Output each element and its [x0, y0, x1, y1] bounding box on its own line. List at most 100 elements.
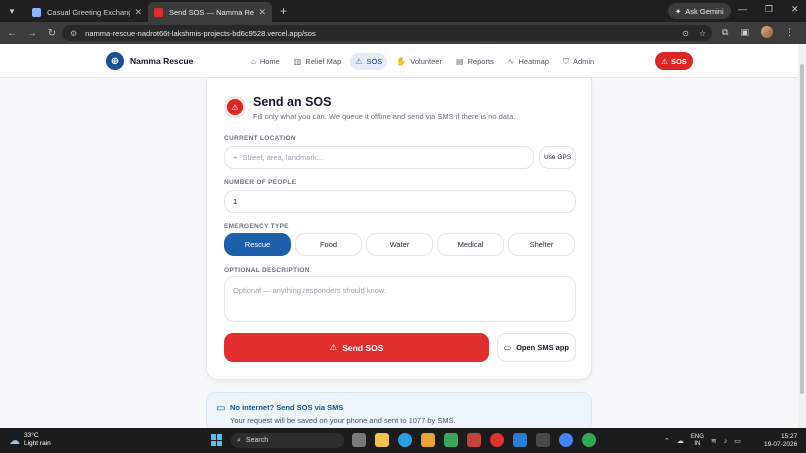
nav-heatmap[interactable]: ∿ Heatmap: [503, 53, 554, 70]
gemini-sparkle-icon: ✦: [675, 6, 682, 16]
app-navbar: ⊕ Namma Rescue ⌂ Home ▥ Relief Map ⚠ SOS…: [0, 44, 798, 78]
app-favicon-icon: [154, 7, 163, 17]
location-label: CURRENT LOCATION: [224, 135, 296, 142]
nav-home-label: Home: [259, 57, 280, 66]
vscode-icon[interactable]: [513, 433, 527, 447]
system-tray: ⌃ ☁ ENG IN ≋ ♪ ▭: [664, 434, 741, 448]
map-icon: ▥: [293, 57, 302, 66]
location-placeholder: Street, area, landmark...: [242, 153, 323, 162]
people-label: NUMBER OF PEOPLE: [224, 179, 297, 186]
file-explorer-icon[interactable]: [375, 433, 389, 447]
settings-gear-icon[interactable]: [421, 433, 435, 447]
search-icon: ⌕: [237, 436, 241, 444]
terminal-icon[interactable]: [536, 433, 550, 447]
sms-info-box: ▭ No internet? Send SOS via SMS Your req…: [206, 392, 592, 428]
message-icon: ▭: [503, 343, 512, 352]
weather-widget[interactable]: ☁ 33°C Light rain: [9, 432, 51, 448]
close-tab-icon[interactable]: ✕: [134, 7, 142, 18]
tab-search-icon[interactable]: ▾: [4, 3, 20, 19]
page-title: Send an SOS: [253, 95, 332, 109]
brand[interactable]: ⊕ Namma Rescue: [106, 52, 193, 70]
type-rescue-button[interactable]: Rescue: [224, 233, 291, 256]
bookmark-star-icon[interactable]: ☆: [699, 29, 706, 38]
type-medical-button[interactable]: Medical: [437, 233, 504, 256]
new-tab-icon[interactable]: +: [280, 4, 287, 18]
weather-temp: 33°C: [24, 432, 39, 439]
type-shelter-button[interactable]: Shelter: [508, 233, 575, 256]
chrome-profile-icon[interactable]: [582, 433, 596, 447]
type-water-button[interactable]: Water: [366, 233, 433, 256]
scrollbar-thumb[interactable]: [800, 64, 804, 394]
people-count-input[interactable]: 1: [224, 190, 576, 213]
task-view-icon[interactable]: [352, 433, 366, 447]
browser-tab-1[interactable]: Casual Greeting Exchange - Ge ✕: [26, 2, 148, 22]
minimize-icon[interactable]: —: [738, 4, 747, 14]
type-food-button[interactable]: Food: [295, 233, 362, 256]
opera-icon[interactable]: [490, 433, 504, 447]
forward-icon[interactable]: →: [22, 28, 42, 39]
ask-gemini-button[interactable]: ✦ Ask Gemini: [668, 3, 731, 19]
taskbar-clock[interactable]: 15:27 19-07-2026: [764, 433, 797, 449]
wifi-icon[interactable]: ≋: [711, 437, 717, 445]
home-icon: ⌂: [251, 57, 256, 66]
open-sms-button[interactable]: ▭ Open SMS app: [497, 333, 576, 362]
nav-links: ⌂ Home ▥ Relief Map ⚠ SOS ✋ Volunteer ▤ …: [246, 53, 599, 70]
weather-desc: Light rain: [24, 440, 51, 447]
sms-info-title: No internet? Send SOS via SMS: [230, 403, 344, 412]
page-scrollbar[interactable]: [798, 44, 806, 428]
volume-icon[interactable]: ♪: [724, 438, 728, 445]
sos-header-button[interactable]: ⚠ SOS: [655, 52, 693, 70]
browser-tab-2[interactable]: Send SOS — Namma Rescue ✕: [148, 2, 272, 22]
nav-reports[interactable]: ▤ Reports: [451, 53, 499, 70]
siren-icon: ⚠: [227, 99, 243, 115]
rain-cloud-icon: ☁: [9, 434, 20, 447]
language-indicator[interactable]: ENG IN: [691, 434, 704, 448]
reload-icon[interactable]: ↻: [42, 28, 62, 39]
nav-home[interactable]: ⌂ Home: [246, 53, 285, 70]
extensions-icon[interactable]: ⧉: [722, 27, 728, 38]
tab-title: Casual Greeting Exchange - Ge: [47, 7, 131, 17]
git-icon[interactable]: [444, 433, 458, 447]
nav-reports-label: Reports: [467, 57, 494, 66]
windows-start-icon[interactable]: [211, 434, 223, 446]
sos-header-label: SOS: [670, 56, 687, 66]
description-placeholder: Optional — anything responders should kn…: [233, 286, 387, 295]
use-gps-button[interactable]: Use GPS: [539, 146, 576, 169]
send-sos-button[interactable]: ⚠ Send SOS: [224, 333, 489, 362]
menu-dots-icon[interactable]: ⋮: [785, 27, 794, 38]
document-icon: ▤: [455, 57, 464, 66]
page-subtitle: Fill only what you can. We queue it offl…: [253, 112, 516, 121]
location-input[interactable]: ⌖ Street, area, landmark...: [224, 146, 534, 169]
profile-avatar[interactable]: [760, 26, 773, 38]
chevron-up-icon[interactable]: ⌃: [664, 437, 670, 445]
sos-form-card: ⚠ Send an SOS Fill only what you can. We…: [206, 78, 592, 380]
restore-icon[interactable]: ❐: [765, 4, 773, 15]
cloud-sync-icon[interactable]: ☁: [677, 437, 684, 445]
close-window-icon[interactable]: ✕: [791, 4, 799, 15]
gemini-favicon-icon: [32, 7, 41, 17]
nav-relief-map[interactable]: ▥ Relief Map: [289, 53, 346, 70]
handshake-icon: ✋: [396, 57, 407, 66]
emergency-type-group: Rescue Food Water Medical Shelter: [224, 233, 575, 256]
close-tab-icon[interactable]: ✕: [258, 7, 266, 18]
back-icon[interactable]: ←: [2, 28, 22, 39]
chrome-icon[interactable]: [559, 433, 573, 447]
browser-toolbar: ← → ↻ ⚙ namma-rescue-nadrot66t-lakshmis-…: [0, 22, 806, 44]
location-icon[interactable]: ⊙: [682, 29, 689, 38]
taskbar-search[interactable]: ⌕ Search: [231, 433, 344, 448]
taskbar-search-label: Search: [245, 437, 269, 444]
address-bar[interactable]: ⚙ namma-rescue-nadrot66t-lakshmis-projec…: [62, 25, 712, 41]
windows-taskbar: ☁ 33°C Light rain ⌕ Search ⌃ ☁ ENG IN ≋ …: [0, 428, 806, 453]
site-info-icon[interactable]: ⚙: [70, 29, 77, 38]
split-view-icon[interactable]: ▣: [740, 27, 749, 38]
emergency-type-label: EMERGENCY TYPE: [224, 223, 289, 230]
battery-icon[interactable]: ▭: [734, 437, 741, 445]
lang-code: ENG: [690, 434, 704, 440]
description-textarea[interactable]: Optional — anything responders should kn…: [224, 276, 576, 322]
app-viewport: ⊕ Namma Rescue ⌂ Home ▥ Relief Map ⚠ SOS…: [0, 44, 798, 428]
nav-sos[interactable]: ⚠ SOS: [350, 53, 388, 70]
nav-admin[interactable]: ⛉ Admin: [558, 53, 599, 70]
telegram-icon[interactable]: [398, 433, 412, 447]
jetbrains-icon[interactable]: [467, 433, 481, 447]
nav-volunteer[interactable]: ✋ Volunteer: [391, 53, 447, 70]
